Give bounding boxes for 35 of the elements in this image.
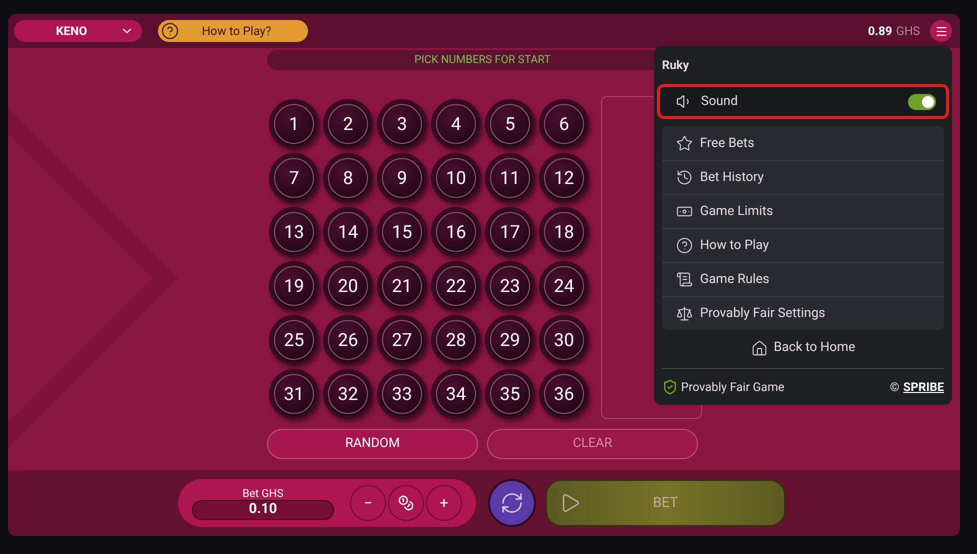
decrease-button[interactable]: − bbox=[350, 485, 386, 521]
star-icon bbox=[676, 134, 693, 152]
menu-item[interactable]: Game Rules bbox=[662, 262, 944, 296]
game-select[interactable]: KENO bbox=[14, 20, 142, 42]
menu-item[interactable]: Game Limits bbox=[662, 194, 944, 228]
help-icon bbox=[161, 22, 179, 40]
action-button[interactable]: RANDOM bbox=[267, 429, 478, 459]
help-icon bbox=[676, 237, 693, 254]
shield-check-icon bbox=[662, 378, 678, 395]
how-to-play-button[interactable]: How to Play? bbox=[158, 20, 308, 42]
back-to-home-link[interactable]: Back to Home bbox=[662, 330, 944, 366]
provably-fair-label: Provably Fair Game bbox=[681, 378, 786, 396]
sound-label: Sound bbox=[701, 92, 739, 111]
coins-button[interactable] bbox=[388, 485, 424, 521]
menu-item[interactable]: Provably Fair Settings bbox=[662, 296, 944, 330]
balance-currency: GHS bbox=[896, 23, 920, 40]
brand-link[interactable]: SPRIBE bbox=[903, 378, 944, 396]
scroll-icon bbox=[676, 271, 693, 288]
increase-button[interactable]: + bbox=[426, 485, 462, 521]
copyright-mark: © bbox=[890, 378, 900, 396]
menu-item[interactable]: Bet History bbox=[662, 160, 944, 194]
home-icon bbox=[750, 340, 768, 357]
history-icon bbox=[676, 169, 693, 186]
menu-icon bbox=[934, 24, 948, 38]
coins-icon bbox=[398, 495, 414, 511]
menu-button[interactable] bbox=[930, 20, 952, 42]
menu-item[interactable]: Free Bets bbox=[662, 126, 944, 160]
user-name: Ruky bbox=[662, 57, 690, 74]
sound-toggle[interactable] bbox=[908, 94, 936, 110]
auto-play-button[interactable] bbox=[488, 479, 536, 527]
bet-label: Bet GHS bbox=[242, 486, 284, 500]
balance-amount: 0.89 bbox=[868, 23, 892, 40]
bet-amount-field[interactable]: 0.10 bbox=[192, 500, 334, 520]
scales-icon bbox=[676, 305, 693, 322]
menu-item[interactable]: How to Play bbox=[662, 228, 944, 262]
